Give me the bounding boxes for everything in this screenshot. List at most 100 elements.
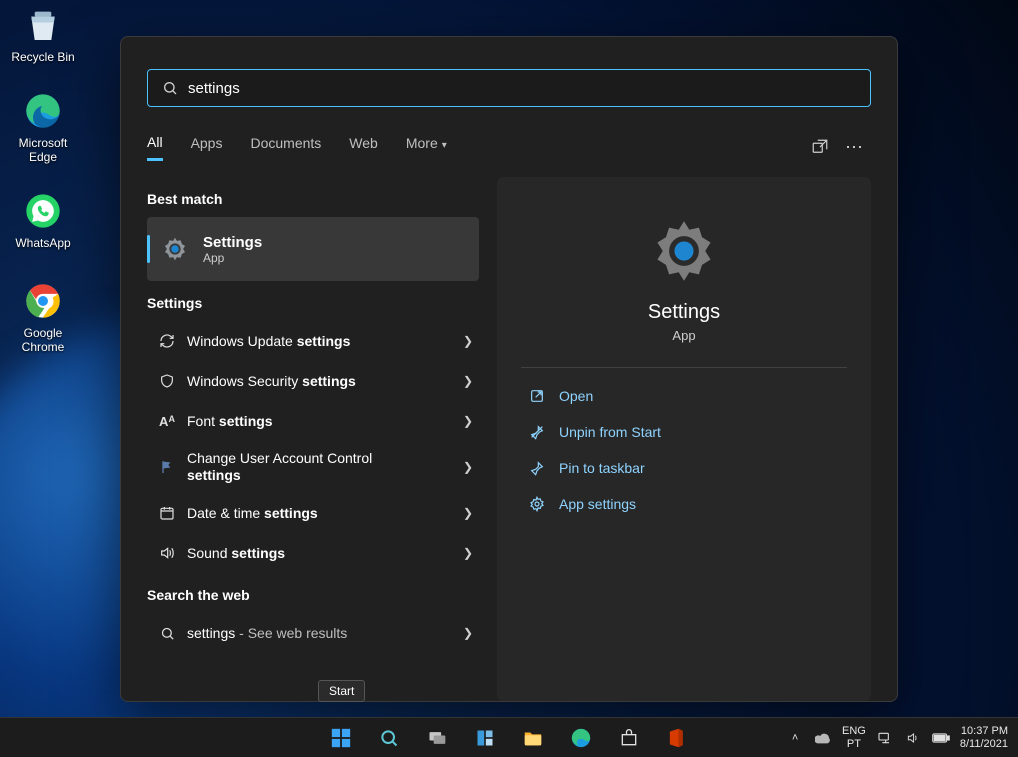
desktop-icon-whatsapp[interactable]: WhatsApp bbox=[4, 190, 82, 250]
recycle-bin-icon bbox=[22, 4, 64, 46]
search-box[interactable] bbox=[147, 69, 871, 107]
edge-icon bbox=[22, 90, 64, 132]
open-icon bbox=[525, 388, 549, 404]
result-label: Windows Update settings bbox=[181, 333, 463, 350]
widgets-button[interactable] bbox=[465, 718, 505, 757]
action-label: Unpin from Start bbox=[559, 424, 661, 440]
system-tray: ˄ ENG PT 10:37 PM 8/11/2021 bbox=[786, 725, 1018, 750]
settings-gear-icon bbox=[159, 233, 191, 265]
detail-pane: Settings App Open Unpin from Start Pin t… bbox=[497, 177, 871, 701]
search-icon bbox=[153, 626, 181, 641]
action-open[interactable]: Open bbox=[521, 378, 847, 414]
office-button[interactable] bbox=[657, 718, 697, 757]
action-app-settings[interactable]: App settings bbox=[521, 486, 847, 522]
result-font-settings[interactable]: AA Font settings ❯ bbox=[147, 401, 479, 441]
filter-more[interactable]: More ▾ bbox=[406, 135, 447, 159]
filter-more-label: More bbox=[406, 135, 438, 151]
result-label: Sound settings bbox=[181, 545, 463, 562]
best-match-subtitle: App bbox=[203, 251, 262, 265]
taskbar: ˄ ENG PT 10:37 PM 8/11/2021 bbox=[0, 717, 1018, 757]
chevron-right-icon: ❯ bbox=[463, 546, 473, 560]
desktop-icon-label: Microsoft Edge bbox=[4, 136, 82, 164]
best-match-item[interactable]: Settings App bbox=[147, 217, 479, 281]
settings-gear-icon bbox=[650, 217, 718, 285]
result-windows-update-settings[interactable]: Windows Update settings ❯ bbox=[147, 321, 479, 361]
desktop-icon-label: Recycle Bin bbox=[4, 50, 82, 64]
settings-group-label: Settings bbox=[147, 295, 479, 311]
clock-date: 8/11/2021 bbox=[960, 738, 1008, 751]
desktop-icon-label: WhatsApp bbox=[4, 236, 82, 250]
volume-icon[interactable] bbox=[904, 729, 922, 747]
language-indicator[interactable]: ENG PT bbox=[842, 725, 866, 750]
result-sound-settings[interactable]: Sound settings ❯ bbox=[147, 533, 479, 573]
chrome-icon bbox=[22, 280, 64, 322]
chevron-right-icon: ❯ bbox=[463, 374, 473, 388]
chevron-right-icon: ❯ bbox=[463, 626, 473, 640]
best-match-title: Settings bbox=[203, 234, 262, 251]
action-label: Pin to taskbar bbox=[559, 460, 645, 476]
result-label: Font settings bbox=[181, 413, 463, 430]
language-line2: PT bbox=[842, 738, 866, 751]
task-view-button[interactable] bbox=[417, 718, 457, 757]
results-list: Best match Settings App Settings Windows… bbox=[147, 177, 479, 701]
result-windows-security-settings[interactable]: Windows Security settings ❯ bbox=[147, 361, 479, 401]
detail-title: Settings bbox=[648, 301, 720, 324]
file-explorer-button[interactable] bbox=[513, 718, 553, 757]
action-label: Open bbox=[559, 388, 593, 404]
battery-icon[interactable] bbox=[932, 729, 950, 747]
result-uac-settings[interactable]: Change User Account Control settings ❯ bbox=[147, 441, 479, 493]
open-in-window-icon[interactable] bbox=[803, 130, 837, 164]
filter-apps[interactable]: Apps bbox=[191, 135, 223, 159]
divider bbox=[521, 367, 847, 368]
gear-icon bbox=[525, 496, 549, 512]
font-icon: AA bbox=[153, 414, 181, 429]
search-icon bbox=[162, 80, 178, 96]
desktop-icon-recycle-bin[interactable]: Recycle Bin bbox=[4, 4, 82, 64]
clock-icon bbox=[153, 505, 181, 521]
pin-icon bbox=[525, 460, 549, 476]
search-input[interactable] bbox=[188, 80, 856, 97]
language-line1: ENG bbox=[842, 725, 866, 738]
shield-icon bbox=[153, 373, 181, 389]
taskbar-search-button[interactable] bbox=[369, 718, 409, 757]
filter-bar: All Apps Documents Web More ▾ ⋯ bbox=[147, 127, 871, 167]
unpin-icon bbox=[525, 424, 549, 440]
filter-all[interactable]: All bbox=[147, 134, 163, 161]
taskbar-center bbox=[321, 718, 697, 757]
tray-chevron-up-icon[interactable]: ˄ bbox=[786, 729, 804, 747]
result-label: Change User Account Control settings bbox=[181, 450, 463, 484]
search-web-label: Search the web bbox=[147, 587, 479, 603]
best-match-label: Best match bbox=[147, 191, 479, 207]
more-options-icon[interactable]: ⋯ bbox=[837, 130, 871, 164]
edge-button[interactable] bbox=[561, 718, 601, 757]
action-pin-to-taskbar[interactable]: Pin to taskbar bbox=[521, 450, 847, 486]
network-icon[interactable] bbox=[876, 729, 894, 747]
sound-icon bbox=[153, 545, 181, 561]
desktop-icon-edge[interactable]: Microsoft Edge bbox=[4, 90, 82, 164]
whatsapp-icon bbox=[22, 190, 64, 232]
onedrive-icon[interactable] bbox=[814, 729, 832, 747]
start-button[interactable] bbox=[321, 718, 361, 757]
result-web-search[interactable]: settings - See web results ❯ bbox=[147, 613, 479, 653]
detail-subtitle: App bbox=[672, 328, 695, 343]
flag-icon bbox=[153, 459, 181, 475]
start-tooltip: Start bbox=[318, 680, 365, 702]
action-unpin-from-start[interactable]: Unpin from Start bbox=[521, 414, 847, 450]
chevron-right-icon: ❯ bbox=[463, 334, 473, 348]
chevron-right-icon: ❯ bbox=[463, 460, 473, 474]
filter-web[interactable]: Web bbox=[349, 135, 378, 159]
refresh-icon bbox=[153, 333, 181, 349]
chevron-down-icon: ▾ bbox=[442, 140, 447, 151]
result-label: settings - See web results bbox=[181, 625, 463, 642]
desktop-icon-label: Google Chrome bbox=[4, 326, 82, 354]
clock-time: 10:37 PM bbox=[960, 725, 1008, 738]
store-button[interactable] bbox=[609, 718, 649, 757]
result-label: Windows Security settings bbox=[181, 373, 463, 390]
desktop-icon-chrome[interactable]: Google Chrome bbox=[4, 280, 82, 354]
action-label: App settings bbox=[559, 496, 636, 512]
chevron-right-icon: ❯ bbox=[463, 414, 473, 428]
result-date-time-settings[interactable]: Date & time settings ❯ bbox=[147, 493, 479, 533]
result-label: Date & time settings bbox=[181, 505, 463, 522]
filter-documents[interactable]: Documents bbox=[250, 135, 321, 159]
clock[interactable]: 10:37 PM 8/11/2021 bbox=[960, 725, 1008, 750]
